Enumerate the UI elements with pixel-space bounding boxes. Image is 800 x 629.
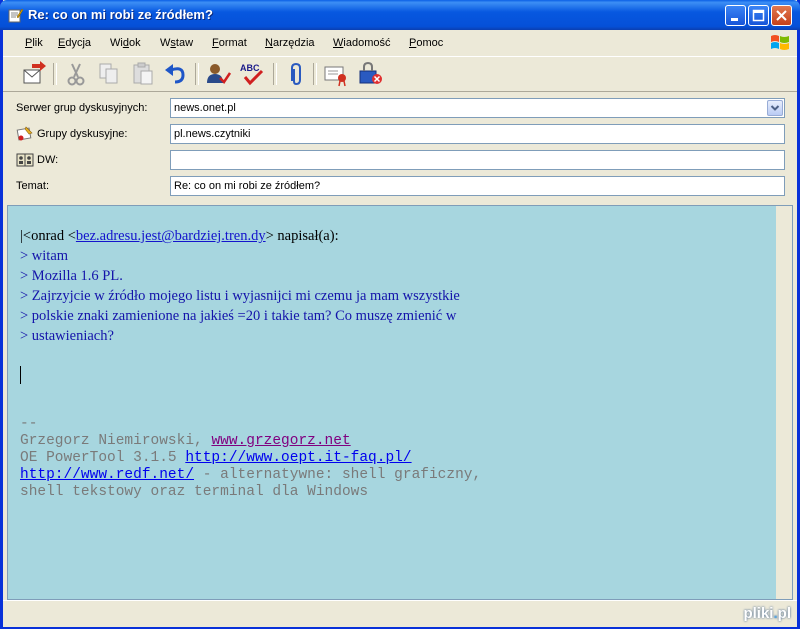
server-dropdown-button[interactable] (767, 100, 783, 116)
menu-wiadomosc-rest: iadomość (343, 37, 391, 49)
author-email-link[interactable]: bez.adresu.jest@bardziej.tren.dy (76, 228, 266, 244)
groups-label: Grupy dyskusyjne: (37, 128, 128, 140)
compose-message-icon (8, 8, 23, 23)
menu-edycja[interactable]: Edycja (58, 37, 91, 49)
quote-line: > Zajrzyjcie w źródło mojego listu i wyj… (20, 288, 460, 304)
cc-field[interactable] (170, 150, 785, 170)
menu-widok-pre: Wi (110, 37, 123, 49)
subject-row: Temat: Re: co on mi robi ze źródłem? (3, 176, 797, 198)
undo-icon[interactable] (163, 61, 189, 87)
caret-line (20, 366, 775, 386)
menu-pomoc[interactable]: Pomoc (409, 37, 443, 49)
attach-icon[interactable] (283, 61, 309, 87)
menu-plik[interactable]: Plik (25, 37, 43, 49)
address-book-icon[interactable] (16, 152, 34, 168)
quote-line: > Mozilla 1.6 PL. (20, 268, 123, 284)
message-body[interactable]: |<onrad <bez.adresu.jest@bardziej.tren.d… (7, 205, 793, 600)
vertical-scrollbar[interactable] (776, 206, 792, 599)
menu-pomoc-rest: omoc (416, 37, 444, 49)
watermark: pliki.pl (743, 605, 791, 622)
quote-line: > witam (20, 248, 69, 264)
signature-line: http://www.redf.net/ - alternatywne: she… (20, 467, 482, 483)
text-caret (20, 366, 21, 384)
toolbar-separator (195, 63, 199, 85)
minimize-icon (731, 18, 738, 21)
signature-line: Grzegorz Niemirowski, www.grzegorz.net (20, 433, 351, 449)
menu-bar: Plik Edycja Widok Wstaw Format Narzędzia… (3, 30, 797, 56)
menu-format[interactable]: Format (212, 37, 247, 49)
subject-label: Temat: (16, 180, 50, 192)
window-title: Re: co on mi robi ze źródłem? (28, 7, 213, 22)
menu-format-rest: ormat (218, 37, 247, 49)
menu-plik-rest: lik (32, 37, 43, 49)
quote-line: > ustawieniach? (20, 328, 114, 344)
newsgroups-icon[interactable] (16, 125, 34, 143)
menu-narzedzia-rest: arzędzia (272, 37, 315, 49)
server-label: Serwer grup dyskusyjnych: (16, 102, 148, 114)
server-row: Serwer grup dyskusyjnych: news.onet.pl (3, 98, 797, 120)
menu-wiadomosc[interactable]: Wiadomość (333, 37, 390, 49)
toolbar: ABC (3, 56, 797, 92)
signature-line: shell tekstowy oraz terminal dla Windows (20, 484, 369, 500)
server-select[interactable]: news.onet.pl (170, 98, 785, 118)
paste-icon[interactable] (130, 61, 156, 87)
oept-link[interactable]: http://www.oept.it-faq.pl/ (185, 450, 411, 466)
subject-field[interactable]: Re: co on mi robi ze źródłem? (170, 176, 785, 196)
send-icon[interactable] (20, 61, 46, 87)
message-content[interactable]: |<onrad <bez.adresu.jest@bardziej.tren.d… (20, 226, 775, 501)
copy-icon[interactable] (96, 61, 122, 87)
redf-link[interactable]: http://www.redf.net/ (20, 467, 194, 483)
quote-line: > polskie znaki zamienione na jakieś =20… (20, 308, 457, 324)
chevron-down-icon (770, 105, 780, 111)
menu-wstaw-pre: W (160, 37, 171, 49)
header-splitter[interactable] (3, 199, 797, 203)
svg-text:ABC: ABC (240, 63, 260, 73)
menu-widok-rest: ok (128, 37, 141, 49)
minimize-button[interactable] (725, 5, 746, 26)
check-names-icon[interactable] (205, 61, 231, 87)
menu-wstaw[interactable]: Wstaw (160, 37, 193, 49)
cut-icon[interactable] (63, 61, 89, 87)
close-button[interactable] (771, 5, 792, 26)
reply-intro: |<onrad <bez.adresu.jest@bardziej.tren.d… (20, 228, 339, 244)
groups-row: Grupy dyskusyjne: pl.news.czytniki (3, 124, 797, 146)
spelling-icon[interactable]: ABC (239, 61, 265, 87)
maximize-button[interactable] (748, 5, 769, 26)
close-icon (776, 10, 787, 21)
menu-wstaw-rest: taw (175, 37, 194, 49)
signature-separator: -- (20, 416, 38, 432)
maximize-icon (752, 9, 765, 22)
toolbar-separator (313, 63, 317, 85)
toolbar-separator (53, 63, 57, 85)
signature-line: OE PowerTool 3.1.5 http://www.oept.it-fa… (20, 450, 412, 466)
status-bar (3, 600, 797, 627)
windows-logo-icon (771, 35, 789, 50)
groups-field[interactable]: pl.news.czytniki (170, 124, 785, 144)
compose-window: Re: co on mi robi ze źródłem? Plik Edycj… (0, 0, 800, 629)
menu-narzedzia[interactable]: Narzędzia (265, 37, 315, 49)
server-value: news.onet.pl (174, 102, 236, 114)
sign-icon[interactable] (323, 61, 349, 87)
toolbar-separator (273, 63, 277, 85)
menu-edycja-rest: dycja (65, 37, 92, 49)
encrypt-icon[interactable] (357, 61, 383, 87)
menu-widok[interactable]: Widok (110, 37, 141, 49)
cc-row: DW: (3, 150, 797, 172)
cc-label: DW: (37, 154, 59, 166)
homepage-link[interactable]: www.grzegorz.net (211, 433, 350, 449)
title-bar[interactable]: Re: co on mi robi ze źródłem? (0, 0, 800, 30)
